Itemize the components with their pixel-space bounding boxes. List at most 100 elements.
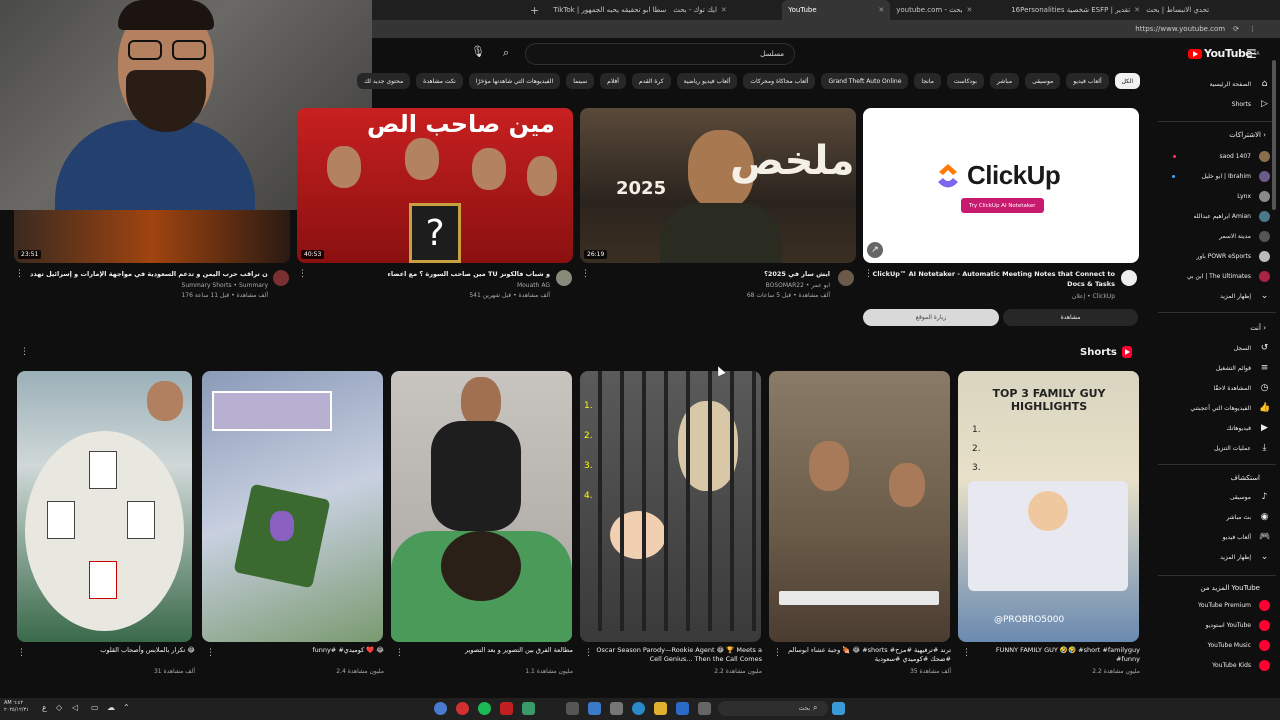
- edge-icon[interactable]: [632, 702, 645, 715]
- chip[interactable]: أفلام: [600, 73, 626, 89]
- video-thumbnail[interactable]: ملخص 2025 26:19: [580, 108, 856, 263]
- sidebar-item-history[interactable]: السجل ↺: [1160, 341, 1270, 355]
- browser-tab[interactable]: youtube.com - بحث ✕: [890, 0, 1005, 20]
- short-thumbnail[interactable]: [202, 371, 383, 642]
- sidebar-item-watch-later[interactable]: المشاهدة لاحقًا ◷: [1160, 381, 1270, 395]
- app-icon-red[interactable]: [456, 702, 469, 715]
- sidebar-item-your-videos[interactable]: فيديوهاتك ▶: [1160, 421, 1270, 435]
- short-title[interactable]: مطالعة الفرق بين التصوير و بعد التصوير: [403, 646, 573, 655]
- ad-thumbnail[interactable]: ClickUp Try ClickUp AI Notetaker ↗: [863, 108, 1139, 263]
- spotify-icon[interactable]: [478, 702, 491, 715]
- volume-icon[interactable]: ◁: [72, 703, 78, 712]
- chip[interactable]: موسيقى: [1025, 73, 1061, 89]
- video-thumbnail[interactable]: مين صاحب الص ? 40:53: [297, 108, 573, 263]
- browser-tab-active[interactable]: YouTube ✕: [782, 0, 891, 20]
- folder-icon[interactable]: [654, 702, 667, 715]
- sidebar-sub[interactable]: ابن بي | The Ultimates: [1160, 269, 1270, 283]
- close-icon[interactable]: ✕: [1134, 6, 1140, 14]
- sidebar-sub[interactable]: باور POWR eSports: [1160, 249, 1270, 263]
- windows-start-icon[interactable]: [832, 702, 845, 715]
- sidebar-explore-more[interactable]: إظهار المزيد ⌄: [1160, 550, 1270, 564]
- sidebar-item-studio[interactable]: استوديو YouTube: [1160, 618, 1270, 632]
- sidebar-item-downloads[interactable]: عمليات التنزيل ⤓: [1160, 441, 1270, 455]
- close-icon[interactable]: ✕: [878, 6, 884, 14]
- video-title[interactable]: إيران تراقب حرب اليمن و تدعم السعودية في…: [30, 270, 268, 278]
- short-title[interactable]: funny# #كوميدي ❤️ 😂: [214, 646, 384, 655]
- mail-icon[interactable]: [588, 702, 601, 715]
- browser-tab[interactable]: 16Personalities شخصية ESFP | تقدير ✕: [1005, 0, 1140, 20]
- sidebar-item-music-app[interactable]: YouTube Music: [1160, 638, 1270, 652]
- chip[interactable]: ألعاب فيديو: [1066, 73, 1109, 89]
- subscriptions-heading[interactable]: الاشتراكات ›: [1229, 131, 1266, 139]
- sidebar-sub[interactable]: saod 1407: [1160, 149, 1270, 163]
- chip[interactable]: سينما: [566, 73, 595, 89]
- ad-thumb-button[interactable]: Try ClickUp AI Notetaker: [961, 198, 1044, 213]
- app-icon-red[interactable]: [500, 702, 513, 715]
- more-options-icon[interactable]: ⋮: [864, 269, 873, 279]
- address-bar[interactable]: https://www.youtube.com ⟳ ⋮: [372, 20, 1280, 38]
- more-options-icon[interactable]: ⋮: [15, 269, 24, 279]
- search-icon[interactable]: ⌕: [503, 46, 509, 60]
- you-heading[interactable]: أنت ›: [1250, 324, 1266, 332]
- video-thumbnail[interactable]: 23:51: [14, 210, 290, 263]
- video-channel[interactable]: Mouath AG: [315, 282, 550, 289]
- chip[interactable]: الفيديوهات التي شاهدتها مؤخرًا: [468, 73, 561, 89]
- more-options-icon[interactable]: ⋮: [298, 269, 307, 279]
- chip[interactable]: مانجا: [914, 73, 941, 89]
- refresh-icon[interactable]: ⟳: [1233, 25, 1239, 33]
- sidebar-sub[interactable]: مدينة الاسمر: [1160, 229, 1270, 243]
- chip[interactable]: مباشر: [989, 73, 1020, 89]
- expand-icon[interactable]: ↗: [867, 242, 883, 258]
- sidebar-sub[interactable]: ابراهيم عبدالله Amian: [1160, 209, 1270, 223]
- sidebar-item-music[interactable]: موسيقى ♪: [1160, 490, 1270, 504]
- ad-visit-site-button[interactable]: زيارة الموقع: [863, 309, 999, 326]
- sidebar-item-kids[interactable]: YouTube Kids: [1160, 658, 1270, 672]
- ad-watch-button[interactable]: مشاهدة: [1003, 309, 1138, 326]
- sidebar-item-shorts[interactable]: Shorts ▷: [1160, 97, 1270, 111]
- sidebar-item-gaming[interactable]: ألعاب فيديو 🎮: [1160, 530, 1271, 544]
- chip[interactable]: كرة القدم: [631, 73, 671, 89]
- sidebar-sub[interactable]: Lynx: [1160, 189, 1270, 203]
- chip[interactable]: نكت مشاهدة: [416, 73, 463, 89]
- settings-icon[interactable]: [566, 702, 579, 715]
- sidebar-item-premium[interactable]: YouTube Premium: [1160, 598, 1270, 612]
- task-view-icon[interactable]: [698, 702, 711, 715]
- browser-tab[interactable]: ايك توك - بحث ✕: [667, 0, 782, 20]
- sidebar-show-more[interactable]: إظهار المزيد ⌄: [1160, 289, 1270, 303]
- scrollbar[interactable]: [1272, 60, 1276, 210]
- short-thumbnail[interactable]: 1. 2. 3. 4.: [580, 371, 761, 642]
- short-thumbnail[interactable]: [769, 371, 950, 642]
- chip[interactable]: محتوى جديد لك: [357, 73, 411, 89]
- chevron-up-icon[interactable]: ⌃: [123, 703, 130, 712]
- store-icon[interactable]: [676, 702, 689, 715]
- more-options-icon[interactable]: ⋮: [962, 648, 971, 658]
- more-options-icon[interactable]: ⋮: [206, 648, 215, 658]
- video-title[interactable]: ClickUp™ AI Notetaker - Automatic Meetin…: [870, 269, 1115, 289]
- app-icon-green[interactable]: [522, 702, 535, 715]
- language-icon[interactable]: ع: [42, 703, 47, 712]
- chip[interactable]: Grand Theft Auto Online: [821, 73, 909, 89]
- video-channel[interactable]: BOSOMAR22 • ابو عمر: [600, 282, 830, 289]
- more-options-icon[interactable]: ⋮: [773, 648, 782, 658]
- video-title[interactable]: ايش سار في 2025؟: [600, 270, 830, 278]
- video-channel[interactable]: Summary Shorts • Summary: [30, 282, 268, 289]
- chip[interactable]: بودكاست: [946, 73, 984, 89]
- url-text[interactable]: https://www.youtube.com: [1135, 25, 1225, 33]
- short-title[interactable]: تكرار بالملابس وأصحاب القلوب 😂: [25, 646, 195, 655]
- chip[interactable]: ألعاب محاكاة ومحركات: [743, 73, 816, 89]
- more-options-icon[interactable]: ⋮: [584, 648, 593, 658]
- new-tab-button[interactable]: +: [522, 4, 547, 17]
- wifi-icon[interactable]: ◇: [56, 703, 62, 712]
- short-title[interactable]: وجبة عشاء ابوسالم 🍖 😂 #shorts #ترند #ترف…: [781, 646, 951, 664]
- chip[interactable]: ألعاب فيديو رياضية: [676, 73, 738, 89]
- app-icon-grey[interactable]: [610, 702, 623, 715]
- sidebar-item-liked[interactable]: الفيديوهات التي أعجبتني 👍: [1160, 401, 1270, 415]
- sidebar-item-playlists[interactable]: قوائم التشغيل ≡: [1160, 361, 1270, 375]
- short-thumbnail[interactable]: [391, 371, 572, 642]
- sidebar-item-live[interactable]: بث مباشر ◉: [1160, 510, 1270, 524]
- window-menu-icon[interactable]: ⋮: [1249, 25, 1256, 33]
- battery-icon[interactable]: ▭: [91, 703, 99, 712]
- taskbar-clock[interactable]: AM ٦:٤٢ ٢٠٢٥/١٢/٣١: [4, 700, 29, 714]
- short-title[interactable]: FUNNY FAMILY GUY 🤣🤣 #short #familyguy #f…: [970, 646, 1140, 664]
- search-input[interactable]: مسلسل: [525, 43, 795, 65]
